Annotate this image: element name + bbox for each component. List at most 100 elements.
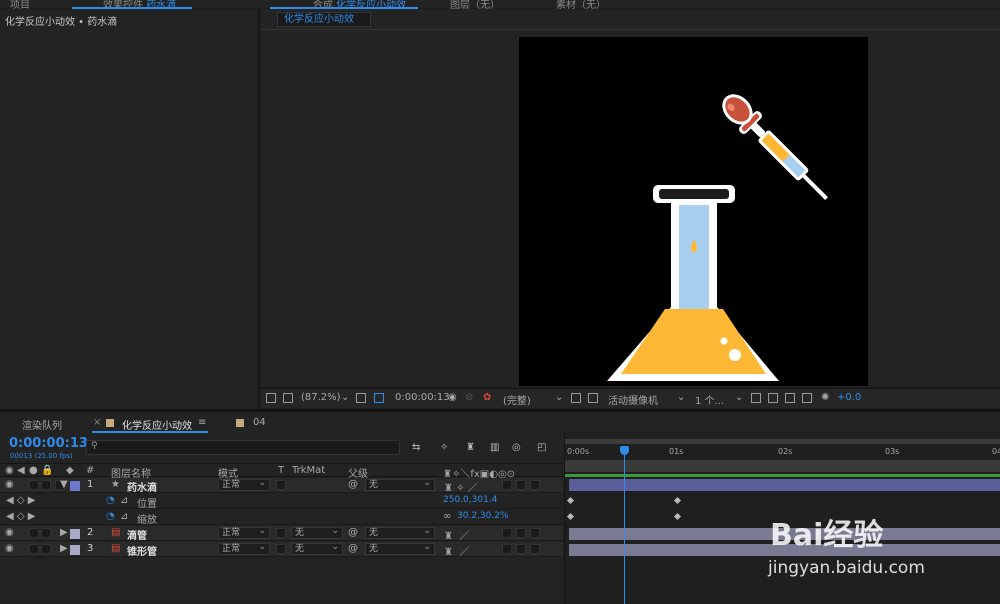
chevron-down-icon[interactable]: ⌄ (341, 392, 349, 403)
work-area-bar[interactable] (565, 439, 1000, 444)
tab-render-queue[interactable]: 渲染队列 (22, 417, 62, 432)
switch-box[interactable] (516, 480, 526, 490)
color-channels-icon[interactable]: ✿ (483, 392, 491, 403)
shy-icon[interactable]: ♜ ✧ ／ (444, 479, 478, 494)
property-value[interactable]: 30.2,30.2% (457, 511, 509, 521)
solo-toggle[interactable] (29, 480, 39, 490)
pick-whip-icon[interactable]: @ (348, 479, 358, 490)
flowchart-icon[interactable] (802, 393, 812, 403)
keyframe-diamond[interactable] (566, 496, 575, 505)
parent-dropdown[interactable]: 无 (365, 526, 435, 539)
switch-box[interactable] (530, 480, 540, 490)
parent-dropdown[interactable]: 无 (365, 542, 435, 555)
switch-box[interactable] (502, 480, 512, 490)
zoom-dropdown[interactable]: (87.2%) (301, 392, 341, 403)
lock-icon[interactable]: 🔒 (41, 465, 53, 476)
time-navigator[interactable] (565, 460, 1000, 472)
graph-icon[interactable]: ⊿ (120, 511, 128, 522)
tab-comp-04[interactable]: 04 (253, 417, 266, 428)
snapshot-icon[interactable]: ⊘ (465, 392, 473, 403)
layer-row[interactable]: ◉ ▼ 1 ★ 药水滴 正常 @ 无 ♜ ✧ ／ (0, 478, 563, 494)
graph-icon[interactable]: ⊿ (120, 495, 128, 506)
property-value[interactable]: 250.0,301.4 (443, 495, 497, 505)
layer-name[interactable]: 锥形管 (127, 543, 157, 558)
fast-preview-icon[interactable] (768, 393, 778, 403)
resolution-dropdown[interactable]: (完整) (503, 392, 531, 407)
label-icon[interactable]: ◆ (66, 465, 74, 476)
eye-icon[interactable]: ◉ (5, 543, 14, 554)
keyframe-diamond[interactable] (566, 512, 575, 521)
lock-toggle[interactable] (41, 528, 51, 538)
comp-mini-flowchart-icon[interactable]: ⇆ (412, 442, 420, 453)
safe-zones-icon[interactable] (356, 393, 366, 403)
viewer-preferences-icon[interactable] (266, 393, 276, 403)
eye-icon[interactable]: ◉ (5, 527, 14, 538)
switch-box[interactable] (502, 544, 512, 554)
pick-whip-icon[interactable]: @ (348, 527, 358, 538)
keyframe-diamond[interactable] (673, 496, 682, 505)
transparency-grid-icon[interactable] (588, 393, 598, 403)
stopwatch-icon[interactable]: ◔ (106, 511, 115, 522)
current-time-display[interactable]: 0:00:00:13 (395, 392, 450, 403)
graph-editor-icon[interactable]: ◰ (537, 442, 546, 453)
switch-box[interactable] (516, 528, 526, 538)
blend-mode-dropdown[interactable]: 正常 (218, 478, 270, 491)
draft-3d-icon[interactable]: ✧ (440, 442, 448, 453)
property-row[interactable]: ◀ ◇ ▶ ◔ ⊿ 缩放 ∞ 30.2,30.2% (0, 510, 563, 526)
eye-icon[interactable]: ◉ (5, 465, 14, 476)
mask-visibility-icon[interactable] (374, 393, 384, 403)
lock-toggle[interactable] (41, 480, 51, 490)
chevron-down-icon[interactable]: ⌄ (555, 392, 563, 403)
layer-label-color[interactable] (70, 545, 80, 555)
constrain-link-icon[interactable]: ∞ (443, 511, 451, 522)
layer-row[interactable]: ◉ ▶ 3 ▤ 锥形管 正常 无 @ 无 ♜ ／ (0, 542, 563, 558)
switch-box[interactable] (516, 544, 526, 554)
solo-icon[interactable]: ● (29, 465, 38, 476)
col-trkmat[interactable]: TrkMat (292, 465, 325, 476)
preserve-transparency-toggle[interactable] (276, 480, 286, 490)
shy-layers-icon[interactable]: ♜ (466, 442, 475, 453)
tab-timeline-comp[interactable]: 化学反应小动效 (122, 417, 192, 432)
close-icon[interactable]: × (93, 417, 101, 428)
3d-view-icon[interactable] (751, 393, 761, 403)
frame-blending-icon[interactable]: ▥ (490, 442, 499, 453)
layer-row[interactable]: ◉ ▶ 2 ▤ 滴管 正常 无 @ 无 ♜ ／ (0, 526, 563, 542)
timeline-current-time[interactable]: 0:00:00:13 (9, 436, 88, 451)
solo-toggle[interactable] (29, 544, 39, 554)
chevron-down-icon[interactable]: ⌄ (677, 392, 685, 403)
layer-bar-1[interactable] (569, 479, 1000, 491)
preserve-transparency-toggle[interactable] (276, 544, 286, 554)
layer-name[interactable]: 滴管 (127, 527, 147, 542)
motion-blur-icon[interactable]: ◎ (512, 442, 521, 453)
parent-dropdown[interactable]: 无 (365, 478, 435, 491)
keyframe-nav-icon[interactable]: ◀ ◇ ▶ (6, 511, 35, 522)
region-of-interest-icon[interactable] (571, 393, 581, 403)
lock-toggle[interactable] (41, 544, 51, 554)
switch-box[interactable] (530, 544, 540, 554)
layer-label-color[interactable] (70, 529, 80, 539)
trkmat-dropdown[interactable]: 无 (291, 542, 343, 555)
views-dropdown[interactable]: 1 个... (695, 392, 724, 407)
blend-mode-dropdown[interactable]: 正常 (218, 526, 270, 539)
chevron-down-icon[interactable]: ⌄ (735, 392, 743, 403)
eye-icon[interactable]: ◉ (5, 479, 14, 490)
shy-icon[interactable]: ♜ ／ (444, 543, 469, 558)
panel-menu-icon[interactable]: ≡ (198, 417, 206, 428)
playhead-line[interactable] (624, 446, 625, 604)
comp-flowchart-tab[interactable]: 化学反应小动效 (277, 12, 371, 27)
blend-mode-dropdown[interactable]: 正常 (218, 542, 270, 555)
stopwatch-icon[interactable]: ◔ (106, 495, 115, 506)
playhead-handle[interactable] (620, 446, 629, 455)
trkmat-dropdown[interactable]: 无 (291, 526, 343, 539)
property-row[interactable]: ◀ ◇ ▶ ◔ ⊿ 位置 250.0,301.4 (0, 494, 563, 510)
pick-whip-icon[interactable]: @ (348, 543, 358, 554)
audio-icon[interactable]: ◀ (17, 465, 25, 476)
exposure-value[interactable]: +0.0 (837, 392, 861, 403)
twirl-right-icon[interactable]: ▶ (60, 527, 68, 538)
switch-box[interactable] (502, 528, 512, 538)
twirl-down-icon[interactable]: ▼ (60, 479, 68, 490)
composition-canvas[interactable] (519, 37, 868, 386)
layer-name[interactable]: 药水滴 (127, 479, 157, 494)
camera-icon[interactable]: ◉ (448, 392, 457, 403)
switch-box[interactable] (530, 528, 540, 538)
